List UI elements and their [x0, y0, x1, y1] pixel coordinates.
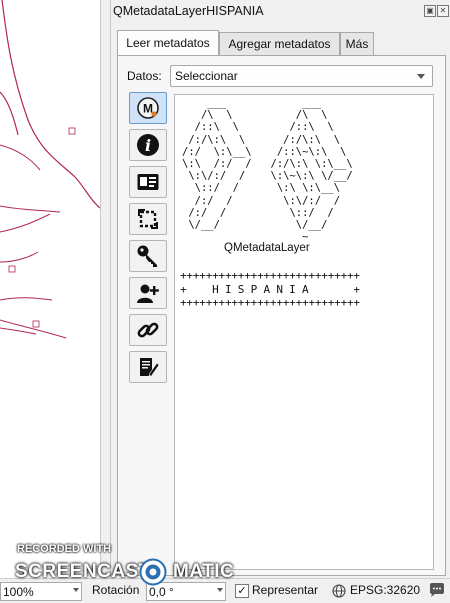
panel-title: QMetadataLayerHISPANIA — [113, 4, 264, 18]
datos-selected-value: Seleccionar — [175, 69, 238, 83]
add-user-button[interactable] — [129, 277, 167, 309]
map-canvas[interactable] — [0, 0, 101, 578]
info-button[interactable]: i — [129, 129, 167, 161]
hispania-banner: ++++++++++++++++++++++++++++ + H I S P A… — [180, 269, 360, 309]
qmetadata-dock-panel: QMetadataLayerHISPANIA ▣ ✕ Leer metadato… — [110, 0, 450, 578]
link-button[interactable] — [129, 314, 167, 346]
add-user-icon — [137, 284, 159, 303]
screencast-logo-icon — [139, 558, 167, 586]
chevron-down-icon — [417, 74, 425, 79]
tab-mas[interactable]: Más — [340, 32, 374, 55]
render-label: Representar — [252, 583, 319, 597]
ascii-logo-caption: QMetadataLayer — [224, 242, 310, 254]
crop-rotate-icon — [138, 209, 158, 229]
watermark-line1: RECORDED WITH — [17, 543, 112, 555]
key-icon — [137, 245, 157, 267]
qmetadata-logo-icon: M — [137, 97, 159, 119]
panel-titlebar[interactable]: QMetadataLayerHISPANIA ▣ ✕ — [111, 0, 450, 22]
close-button[interactable]: ✕ — [437, 5, 449, 17]
svg-text:i: i — [145, 136, 151, 155]
watermark-screencast: SCREENCAST — [15, 561, 151, 582]
render-checkbox[interactable]: ✓ — [235, 584, 249, 598]
tab-leer-metadatos[interactable]: Leer metadatos — [117, 30, 219, 55]
crop-rotate-button[interactable] — [129, 203, 167, 235]
map-features — [0, 0, 100, 339]
leer-metadatos-pane: Datos: Seleccionar M i ___ ___ /\ \ /\ \… — [117, 55, 446, 576]
link-icon — [137, 322, 159, 338]
ascii-art-logo: ___ ___ /\ \ /\ \ /::\ \ /::\ \ /:/\:\ \… — [182, 97, 353, 244]
datos-label: Datos: — [127, 69, 162, 83]
script-edit-icon — [140, 358, 160, 377]
watermark-matic: MATIC — [173, 561, 235, 582]
crs-label[interactable]: EPSG:32620 — [350, 583, 420, 597]
datos-select[interactable]: Seleccionar — [170, 65, 433, 87]
key-button[interactable] — [129, 240, 167, 272]
script-edit-button[interactable] — [129, 351, 167, 383]
screencast-watermark: RECORDED WITH SCREENCAST MATIC — [15, 543, 235, 591]
qmetadata-logo-button[interactable]: M — [129, 92, 167, 124]
metadata-content-area[interactable]: ___ ___ /\ \ /\ \ /::\ \ /::\ \ /:/\:\ \… — [174, 94, 434, 570]
globe-icon[interactable] — [332, 584, 346, 598]
id-card-icon — [137, 174, 159, 190]
float-button[interactable]: ▣ — [424, 5, 436, 17]
tab-agregar-metadatos[interactable]: Agregar metadatos — [219, 32, 340, 55]
info-icon: i — [137, 134, 159, 156]
messages-icon[interactable] — [429, 583, 445, 598]
id-card-button[interactable] — [129, 166, 167, 198]
